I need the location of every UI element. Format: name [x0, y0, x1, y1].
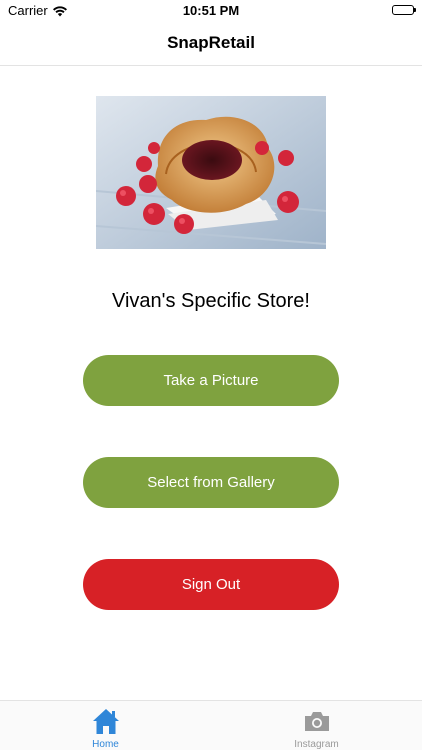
select-gallery-button[interactable]: Select from Gallery	[83, 457, 339, 508]
tab-instagram-label: Instagram	[294, 739, 339, 750]
take-picture-label: Take a Picture	[163, 372, 259, 389]
camera-icon	[302, 707, 332, 735]
tab-bar: Home Instagram	[0, 700, 422, 750]
take-picture-button[interactable]: Take a Picture	[83, 355, 339, 406]
sign-out-button[interactable]: Sign Out	[83, 559, 339, 610]
navigation-bar: SnapRetail	[0, 22, 422, 66]
home-icon	[91, 707, 121, 735]
tab-home[interactable]: Home	[0, 701, 211, 751]
sign-out-label: Sign Out	[181, 576, 241, 593]
status-time: 10:51 PM	[182, 3, 240, 18]
store-title: Vivan's Specific Store!	[112, 290, 310, 312]
tab-home-label: Home	[92, 739, 119, 750]
select-gallery-label: Select from Gallery	[147, 474, 275, 491]
store-hero-image	[96, 96, 326, 249]
status-bar: Carrier 10:51 PM	[0, 0, 422, 22]
battery-icon	[392, 5, 416, 15]
tab-instagram[interactable]: Instagram	[211, 701, 422, 751]
page-title: SnapRetail	[167, 33, 255, 52]
